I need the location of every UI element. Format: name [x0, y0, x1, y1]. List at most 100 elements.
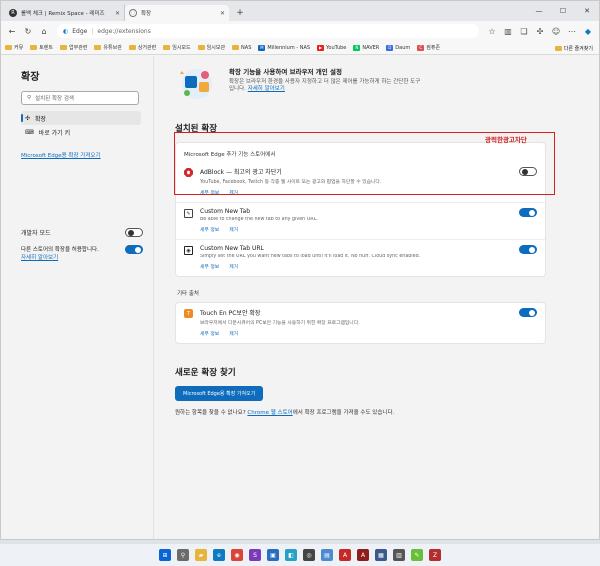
tab-remix-space[interactable]: R 롤백 체크 | Remix Space - 레미즈 ✕ — [5, 5, 125, 21]
home-icon[interactable]: ⌂ — [37, 24, 51, 38]
maximize-icon[interactable]: ☐ — [551, 1, 575, 21]
remove-link[interactable]: 제거 — [229, 226, 238, 233]
bookmark-item[interactable]: ▶ YouTube — [317, 44, 347, 51]
bookmark-item[interactable]: C 컴퓨존 — [417, 44, 440, 51]
site-favicon-icon: N — [353, 44, 361, 51]
minimize-icon[interactable]: — — [527, 1, 551, 21]
app-store-icon[interactable]: ◧ — [285, 549, 297, 561]
extension-name: AdBlock — 최고의 광고 차단기 — [200, 169, 282, 176]
folder-icon — [554, 45, 562, 51]
bookmark-item[interactable]: 상거관련 — [128, 44, 156, 51]
chrome-icon[interactable]: ◉ — [231, 549, 243, 561]
sidebar-title: 확장 — [21, 72, 40, 83]
more-menu-icon[interactable]: ⋯ — [565, 24, 579, 38]
address-brand: Edge — [72, 27, 88, 35]
bookmark-label: 커뮤 — [14, 45, 24, 51]
app-s-icon[interactable]: S — [249, 549, 261, 561]
bookmark-label: 임시모드 — [172, 45, 191, 51]
details-link[interactable]: 세부 정보 — [200, 189, 219, 196]
get-extensions-button[interactable]: Microsoft Edge용 확장 가져오기 — [175, 386, 264, 401]
extension-name: Touch En PC보안 확장 — [200, 310, 261, 317]
bookmark-item[interactable]: 임시모드 — [163, 44, 191, 51]
windows-start-icon[interactable]: ⊞ — [159, 549, 171, 561]
other-sources-toggle[interactable] — [125, 245, 143, 254]
toolbar: ← ↻ ⌂ ◐ Edge | edge://extensions ☆ ▥ ❏ ✣… — [1, 21, 599, 41]
other-favorites[interactable]: 다른 즐겨찾기 — [550, 41, 593, 54]
extension-toggle[interactable] — [519, 308, 537, 317]
zip-icon[interactable]: ▦ — [375, 549, 387, 561]
bookmark-item[interactable]: 업무관련 — [60, 44, 87, 51]
details-link[interactable]: 세부 정보 — [200, 226, 219, 233]
details-link[interactable]: 세부 정보 — [200, 263, 219, 270]
folder-icon — [197, 45, 205, 50]
other-sources-learn-more-link[interactable]: 자세히 알아보기 — [21, 253, 99, 261]
extensions-icon[interactable]: ✣ — [533, 24, 547, 38]
get-extensions-link[interactable]: Microsoft Edge용 확장 가져오기 — [21, 151, 153, 159]
remove-link[interactable]: 제거 — [229, 189, 238, 196]
bookmark-label: YouTube — [326, 44, 347, 51]
bookmark-item[interactable]: 유튜브관 — [94, 44, 122, 51]
filezilla-icon[interactable]: Z — [429, 549, 441, 561]
gallery-icon[interactable]: ▤ — [321, 549, 333, 561]
banner-learn-more-link[interactable]: 자세히 알아보기 — [248, 86, 285, 92]
acrobat-icon[interactable]: A — [357, 549, 369, 561]
close-tab-icon[interactable]: ✕ — [115, 10, 120, 17]
tab-strip: R 롤백 체크 | Remix Space - 레미즈 ✕ ◌ 확장 ✕ + —… — [1, 1, 599, 21]
bookmark-item[interactable]: D Daum — [386, 44, 411, 51]
photos-icon[interactable]: ◎ — [303, 549, 315, 561]
puzzle-icon: ✣ — [25, 114, 31, 122]
taskbar: ⊞ ⚲ ▰ e ◉ S ▣ ◧ ◎ ▤ A A ▦ ▥ ✎ Z — [0, 544, 600, 566]
extension-item: AdBlock — 최고의 광고 차단기 YouTube, Facebook, T… — [176, 162, 545, 202]
bookmark-label: Daum — [395, 44, 411, 51]
bookmark-label: NAVER — [362, 44, 380, 51]
search-icon[interactable]: ⚲ — [177, 549, 189, 561]
bookmark-label: Millennium - NAS — [267, 44, 311, 51]
tab-title: 롤백 체크 | Remix Space - 레미즈 — [21, 11, 105, 17]
back-icon[interactable]: ← — [5, 24, 19, 38]
edge-logo-icon: ◐ — [63, 27, 69, 35]
remote-desktop-icon[interactable]: ▣ — [267, 549, 279, 561]
bookmark-label: 토렌트 — [39, 45, 54, 51]
developer-settings: 개발자 모드 다른 스토어의 확장을 허용합니다. 자세히 알아보기 — [21, 228, 143, 261]
sidebar-item-shortcuts[interactable]: ⌨ 바로 가기 키 — [21, 125, 141, 139]
remove-link[interactable]: 제거 — [229, 263, 238, 270]
other-extensions-card: T Touch En PC보안 확장 브라우저에서 다운시큐어의 PC보안 기능을 … — [175, 302, 546, 344]
address-bar[interactable]: ◐ Edge | edge://extensions — [57, 24, 479, 38]
notepad-plus-icon[interactable]: ✎ — [411, 549, 423, 561]
close-tab-icon[interactable]: ✕ — [220, 10, 225, 17]
favorites-star-icon[interactable]: ☆ — [485, 24, 499, 38]
dev-mode-toggle[interactable] — [125, 228, 143, 237]
find-title: 새로운 확장 찾기 — [175, 368, 236, 378]
sidebar-item-extensions[interactable]: ✣ 확장 — [21, 111, 141, 125]
details-link[interactable]: 세부 정보 — [200, 330, 219, 337]
bookmark-item[interactable]: 커뮤 — [5, 44, 23, 51]
collections-icon[interactable]: ❏ — [517, 24, 531, 38]
extension-item: ◉ Custom New Tab URL Simply set the URL yo… — [176, 239, 545, 276]
file-explorer-icon[interactable]: ▰ — [195, 549, 207, 561]
copilot-icon[interactable]: ◆ — [581, 24, 595, 38]
chrome-web-store-link[interactable]: Chrome 웹 스토어 — [247, 410, 292, 416]
extension-toggle[interactable] — [519, 245, 537, 254]
sidebar: 확장 ⚲ 설치된 확장 검색 ✣ 확장 ⌨ 바로 가기 키 Microsoft … — [1, 56, 154, 539]
bookmark-item[interactable]: N NAVER — [353, 44, 380, 51]
profile-icon[interactable]: ☺ — [549, 24, 563, 38]
bookmark-item[interactable]: NAS — [232, 45, 251, 51]
remove-link[interactable]: 제거 — [229, 330, 238, 337]
bookmark-item[interactable]: M Millennium - NAS — [258, 44, 311, 51]
winrar-icon[interactable]: ▥ — [393, 549, 405, 561]
close-window-icon[interactable]: ✕ — [575, 1, 599, 21]
bookmark-item[interactable]: 임시보관 — [197, 44, 225, 51]
chrome-store-text: 원하는 항목을 찾을 수 없나요? Chrome 웹 스토어에서 확장 프로그램… — [175, 408, 599, 416]
extension-name: Custom New Tab URL — [200, 245, 264, 252]
refresh-icon[interactable]: ↻ — [21, 24, 35, 38]
split-screen-icon[interactable]: ▥ — [501, 24, 515, 38]
extensions-page: 확장 ⚲ 설치된 확장 검색 ✣ 확장 ⌨ 바로 가기 키 Microsoft … — [1, 56, 599, 539]
new-tab-button[interactable]: + — [233, 6, 247, 20]
tab-extensions[interactable]: ◌ 확장 ✕ — [125, 5, 229, 21]
pdf-icon[interactable]: A — [339, 549, 351, 561]
search-input[interactable]: ⚲ 설치된 확장 검색 — [21, 91, 139, 105]
extension-toggle[interactable] — [519, 167, 537, 176]
bookmark-item[interactable]: 토렌트 — [30, 44, 53, 51]
extension-toggle[interactable] — [519, 208, 537, 217]
edge-icon[interactable]: e — [213, 549, 225, 561]
